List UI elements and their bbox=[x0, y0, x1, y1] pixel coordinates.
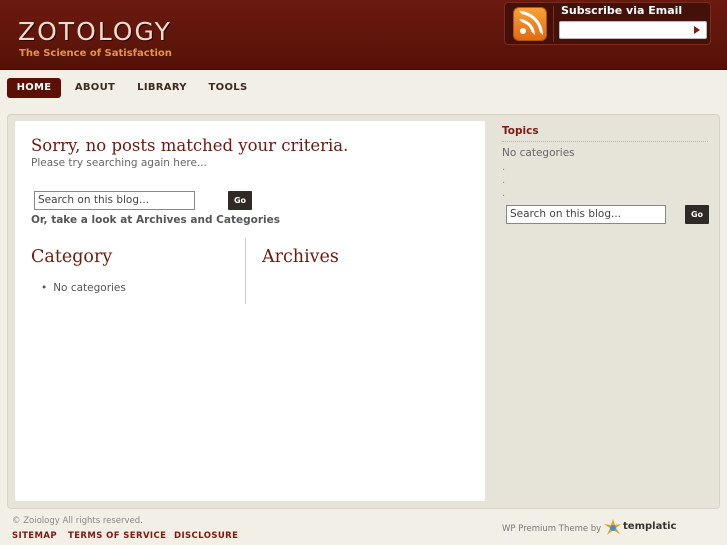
nav-item-tools[interactable]: TOOLS bbox=[203, 78, 253, 98]
nav-item-library[interactable]: LIBRARY bbox=[131, 78, 193, 98]
footer-link-sitemap[interactable]: SITEMAP bbox=[12, 531, 57, 541]
nav-item-about[interactable]: ABOUT bbox=[69, 78, 121, 98]
list-item: No categories bbox=[41, 282, 126, 294]
site-header: ZOTOLOGY The Science of Satisfaction Sub… bbox=[0, 0, 727, 70]
search-input[interactable]: Search on this blog... bbox=[34, 191, 195, 210]
templatic-brand-link[interactable]: templatic bbox=[623, 521, 676, 532]
site-logo[interactable]: ZOTOLOGY bbox=[18, 18, 172, 46]
topics-heading: Topics bbox=[502, 125, 539, 137]
subscribe-email-input[interactable] bbox=[559, 21, 707, 39]
site-tagline: The Science of Satisfaction bbox=[19, 48, 172, 59]
sidebar-search-go-button[interactable]: Go bbox=[685, 205, 709, 224]
footer-link-disclosure[interactable]: DISCLOSURE bbox=[174, 531, 238, 541]
column-divider bbox=[245, 238, 246, 304]
try-search-text: Please try searching again here... bbox=[31, 157, 207, 169]
templatic-logo-icon[interactable] bbox=[604, 519, 622, 537]
subscribe-submit-icon[interactable] bbox=[694, 26, 700, 34]
subscribe-title: Subscribe via Email bbox=[561, 4, 683, 17]
rss-icon[interactable] bbox=[513, 7, 547, 41]
sidebar-dot: . bbox=[502, 175, 506, 186]
archives-heading: Archives bbox=[262, 247, 339, 267]
footer-link-terms[interactable]: TERMS OF SERVICE bbox=[68, 531, 166, 541]
theme-credit-text: WP Premium Theme by bbox=[502, 524, 602, 534]
archives-categories-hint: Or, take a look at Archives and Categori… bbox=[31, 214, 280, 226]
topics-divider bbox=[502, 141, 708, 142]
subscribe-box: Subscribe via Email bbox=[504, 2, 711, 45]
sidebar-dot: . bbox=[502, 188, 506, 199]
subscribe-divider bbox=[553, 6, 554, 42]
copyright-text: © Zoiology All rights reserved. bbox=[12, 516, 143, 526]
nav-item-home[interactable]: HOME bbox=[7, 78, 61, 98]
sidebar-dot: . bbox=[502, 162, 506, 173]
search-go-button[interactable]: Go bbox=[228, 191, 252, 210]
category-heading: Category bbox=[31, 247, 113, 267]
no-posts-heading: Sorry, no posts matched your criteria. bbox=[31, 136, 349, 155]
content-area bbox=[15, 121, 485, 501]
sidebar-no-categories: No categories bbox=[502, 147, 575, 159]
sidebar-search-input[interactable]: Search on this blog... bbox=[506, 205, 666, 224]
